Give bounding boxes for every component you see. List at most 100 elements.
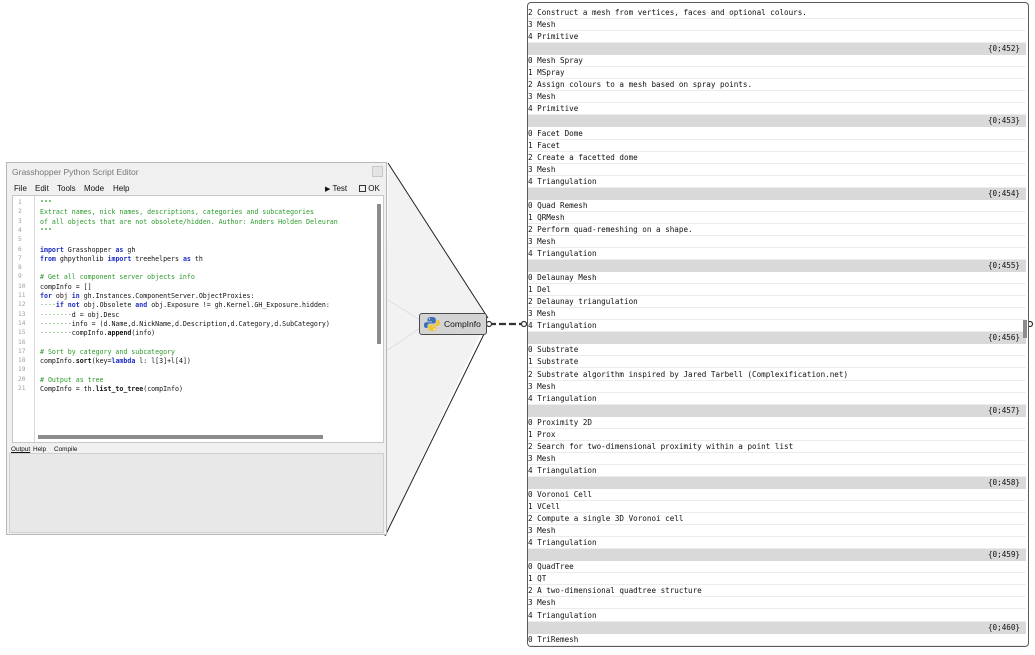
code-token: treehelpers <box>131 254 183 263</box>
panel-input-grip[interactable] <box>520 320 528 328</box>
branch-path: {0;460} <box>987 622 1020 632</box>
code-line: ········compInfo.append(info) <box>40 329 155 337</box>
panel-item: 4 Triangulation <box>528 610 1026 622</box>
branch-path-header: {0;453} <box>528 115 1026 128</box>
code-token: """ <box>40 199 52 207</box>
branch-path: {0;458} <box>987 477 1020 487</box>
panel-item: 1 Prox <box>528 429 1026 441</box>
code-token: l: l[3]+l[4]) <box>135 357 191 366</box>
panel-item: 4 Triangulation <box>528 320 1026 333</box>
menu-help[interactable]: Help <box>113 184 129 193</box>
vertical-scrollbar[interactable] <box>377 204 381 344</box>
panel-item: 2 Compute a single 3D Voronoi cell <box>528 513 1026 526</box>
code-token: compInfo. <box>71 329 108 338</box>
panel-item: 2 A two-dimensional quadtree structure <box>528 585 1026 598</box>
branch-path: {0;459} <box>987 550 1020 560</box>
code-token: (key= <box>91 357 112 366</box>
panel-item: 3 Mesh <box>528 308 1026 321</box>
editor-title: Grasshopper Python Script Editor <box>12 167 139 177</box>
close-icon[interactable] <box>372 166 383 177</box>
play-icon: ▶ <box>325 186 331 193</box>
code-token: of all objects that are not obsolete/hid… <box>40 217 338 226</box>
panel-item: 4 Triangulation <box>528 465 1026 477</box>
code-token: obj <box>51 292 72 300</box>
tab-compile[interactable]: Compile <box>54 446 77 453</box>
menu-mode[interactable]: Mode <box>84 184 104 193</box>
code-token: list_to_tree <box>95 385 144 393</box>
panel-item: 2 Construct a mesh from vertices, faces … <box>528 7 1026 19</box>
projection-line-mid <box>387 299 421 321</box>
panel-item: 2 Perform quad-remeshing on a shape. <box>528 224 1026 236</box>
panel-item: 1 VCell <box>528 501 1026 514</box>
code-token: obj.Obsolete <box>79 301 136 310</box>
code-token: # Get all component server objects info <box>40 273 195 282</box>
code-line: ····if not obj.Obsolete and obj.Exposure… <box>40 301 330 309</box>
code-token: ········ <box>40 329 72 338</box>
panel-item: 1 MSpray <box>528 67 1026 80</box>
code-line: ········d = obj.Desc <box>40 311 119 319</box>
code-editor[interactable]: 1 2 3 4 5 6 7 8 9 10 11 12 13 14 15 16 17 18 19 20 21 """ Ext… <box>12 195 384 443</box>
line-number-gutter: 1 2 3 4 5 6 7 8 9 10 11 12 13 14 15 16 17 18 19 20 21 <box>13 196 35 442</box>
code-token: import <box>40 245 64 254</box>
line-number: 9 <box>18 273 22 281</box>
code-token: in <box>71 292 80 300</box>
code-line: """ <box>40 227 52 235</box>
code-token: ········ <box>40 310 72 319</box>
code-token: gh.Instances.ComponentServer.ObjectProxi… <box>79 292 255 300</box>
branch-path-header: {0;457} <box>528 404 1026 417</box>
code-token: and <box>135 301 148 310</box>
code-token: # Output as tree <box>40 375 104 384</box>
panel-item: 1 QT <box>528 573 1026 586</box>
output-panel <box>9 453 384 533</box>
output-panel-viewer[interactable]: 2 Construct a mesh from vertices, faces … <box>527 2 1029 647</box>
branch-path-header: {0;456} <box>528 332 1026 345</box>
tab-output[interactable]: Output <box>11 446 30 453</box>
line-number: 4 <box>18 226 22 234</box>
code-line: import Grasshopper as gh <box>40 246 135 254</box>
projection-line-top <box>387 162 489 319</box>
code-token: (info) <box>131 329 156 338</box>
code-token: info = (d.Name,d.NickName,d.Description,… <box>71 319 330 328</box>
code-line: of all objects that are not obsolete/hid… <box>40 218 338 226</box>
code-token: """ <box>40 226 52 235</box>
compinfo-component[interactable]: CompInfo <box>419 313 487 335</box>
panel-item: 1 Facet <box>528 140 1026 152</box>
panel-item: 3 Mesh <box>528 381 1026 393</box>
menu-edit[interactable]: Edit <box>35 184 49 193</box>
code-token: Grasshopper <box>63 245 116 254</box>
branch-path: {0;452} <box>987 44 1020 54</box>
panel-item: 3 Mesh <box>528 236 1026 248</box>
tab-help[interactable]: Help <box>33 446 46 453</box>
panel-item: 0 Facet Dome <box>528 128 1026 140</box>
code-token: th <box>190 254 203 263</box>
checkbox-icon <box>359 185 366 192</box>
line-number: 10 <box>18 282 26 290</box>
panel-scrollbar[interactable] <box>1023 320 1027 338</box>
panel-item: 0 TriRemesh <box>528 634 1026 646</box>
output-grip[interactable] <box>485 320 493 328</box>
editor-titlebar: Grasshopper Python Script Editor <box>7 163 386 181</box>
line-number: 6 <box>18 245 22 253</box>
panel-item: 0 Delaunay Mesh <box>528 272 1026 285</box>
panel-item: 0 Voronoi Cell <box>528 489 1026 501</box>
menu-tools[interactable]: Tools <box>57 184 76 193</box>
test-button[interactable]: ▶ Test <box>325 184 347 193</box>
code-line: from ghpythonlib import treehelpers as t… <box>40 255 203 263</box>
branch-path-header: {0;458} <box>528 476 1026 489</box>
panel-item: 3 Mesh <box>528 453 1026 465</box>
panel-item: 4 Primitive <box>528 31 1026 44</box>
line-number: 19 <box>18 366 26 374</box>
panel-item: 2 Assign colours to a mesh based on spra… <box>528 79 1026 92</box>
line-number: 11 <box>18 292 26 299</box>
horizontal-scrollbar[interactable] <box>38 435 323 439</box>
code-line: # Output as tree <box>40 376 104 384</box>
branch-path-header: {0;455} <box>528 260 1026 273</box>
python-icon <box>424 317 440 331</box>
code-line: # Sort by category and subcategory <box>40 348 175 356</box>
line-number: 20 <box>18 375 26 383</box>
menu-file[interactable]: File <box>14 184 27 193</box>
panel-item: 2 Substrate algorithm inspired by Jared … <box>528 369 1026 381</box>
ok-button[interactable]: OK <box>359 184 380 193</box>
line-number: 7 <box>18 254 22 262</box>
line-number: 18 <box>18 357 26 365</box>
